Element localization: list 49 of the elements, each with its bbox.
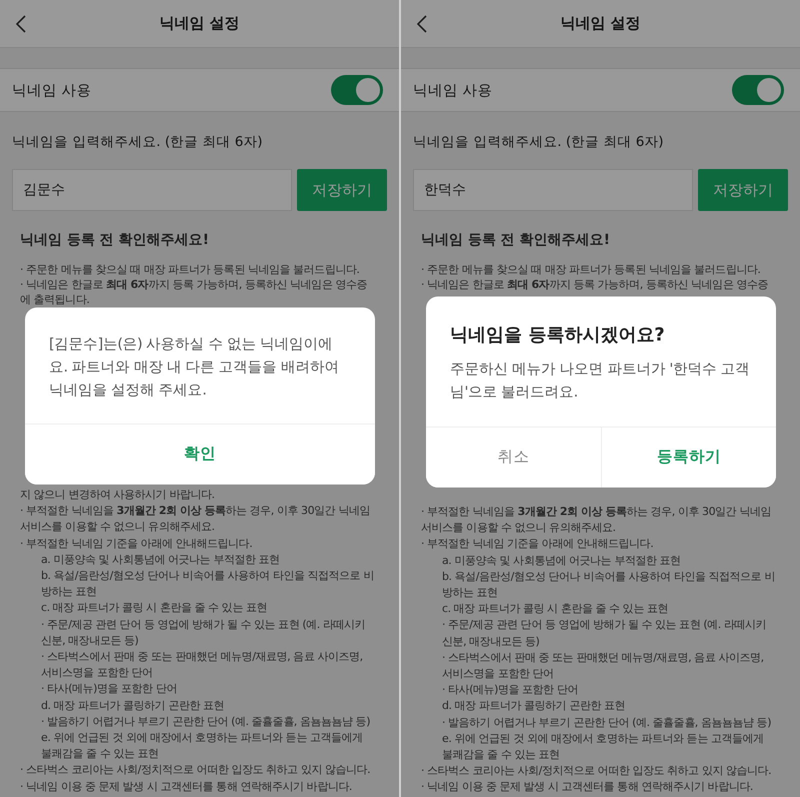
notice-text: e. 위에 언급된 것 외에 매장에서 호명하는 파트너와 듣는 고객들에게 불쾌감을 줄 수 있는 표현 [40,730,364,762]
notice-text: e. 위에 언급된 것 외에 매장에서 호명하는 파트너와 듣는 고객들에게 불쾌감을 줄 수 있는 표현 [441,730,765,764]
notice-text: · 발음하기 어렵거나 부르기 곤란한 단어 (예. 줄휼줄휼, 옴뇸뇸뇸냠 등) [40,714,372,730]
notice-text: · 닉네임은 한글로 최대 6자까지 등록 가능하며, 등록하신 닉네임은 영수증 [421,277,770,292]
input-label: 닉네임을 입력해주세요. (한글 최대 6자) [12,133,264,152]
notice-text: · 발음하기 어렵거나 부르기 곤란한 단어 (예. 줄휼줄휼, 옴뇸뇸뇸냠 등) [441,714,772,731]
toggle-label: 닉네임 사용 [12,82,92,100]
dialog-title: 닉네임을 등록하시겠어요? [450,323,666,346]
notice-text: · 스타벅스 코리아는 사회/정치적으로 어떠한 입장도 취하고 있지 않습니다. [20,762,372,778]
back-icon[interactable] [417,15,427,33]
notice-text: · 부적절한 닉네임 기준을 아래에 안내해드립니다. [421,536,654,552]
notice-text: · 부적절한 닉네임 기준을 아래에 안내해드립니다. [20,536,254,552]
notice-text: · 주문한 메뉴를 찾으실 때 매장 파트너가 등록된 닉네임을 불러드립니다. [20,262,360,277]
save-button[interactable]: 저장하기 [297,169,387,211]
notice-text: d. 매장 파트너가 콜링하기 곤란한 표현 [441,698,626,714]
back-icon[interactable] [16,15,26,33]
confirm-button[interactable]: 등록하기 [600,427,776,487]
notice-text: · 타사(메뉴)명을 포함한 단어 [441,682,579,698]
notice-text: · 닉네임 이용 중 문제 발생 시 고객센터를 통해 연락해주시기 바랍니다. [421,779,754,796]
notice-text: · 주문/제공 관련 단어 등 영업에 방해가 될 수 있는 표현 (예. 라떼시키신분, 매장내모든 등) [441,617,768,650]
notice-text: · 닉네임 이용 중 문제 발생 시 고객센터를 통해 연락해주시기 바랍니다. [20,778,353,795]
notice-text: a. 미풍양속 및 사회통념에 어긋나는 부적절한 표현 [40,552,281,568]
notice-text: · 타사(메뉴)명을 포함한 단어 [40,681,178,698]
notice-text: c. 매장 파트너가 콜링 시 혼란을 줄 수 있는 표현 [40,600,268,616]
notice-text: d. 매장 파트너가 콜링하기 곤란한 표현 [40,698,226,714]
notice-title: 닉네임 등록 전 확인해주세요! [20,231,210,249]
notice-text: · 주문/제공 관련 단어 등 영업에 방해가 될 수 있는 표현 (예. 라떼시키신분, 매장내모든 등) [40,616,366,649]
notice-text: · 부적절한 닉네임을 3개월간 2회 이상 등록하는 경우, 이후 30일간 닉네임 서비스를 이용할 수 없으니 유의해주세요. [421,504,772,536]
nickname-field[interactable]: 한덕수 [413,169,693,211]
notice-title: 닉네임 등록 전 확인해주세요! [421,231,612,249]
dialog-message: [김문수]는(은) 사용하실 수 없는 닉네임이에요. 파트너와 매장 내 다른 고객들을 배려하여 닉네임을 설정해 주세요. [49,335,340,400]
save-button[interactable]: 저장하기 [698,169,788,211]
notice-text: · 부적절한 닉네임을 3개월간 2회 이상 등록하는 경우, 이후 30일간 닉네임 서비스를 이용할 수 없으니 유의해주세요. [20,503,371,536]
notice-text: c. 매장 파트너가 콜링 시 혼란을 줄 수 있는 표현 [441,601,669,618]
toggle-label: 닉네임 사용 [413,82,493,100]
notice-text: 지 않으니 변경하여 사용하시기 바랍니다. [20,487,216,503]
notice-text: · 스타벅스에서 판매 중 또는 판매했던 메뉴명/재료명, 음료 사이즈명, 서비스명을 포함한 단어 [441,650,765,682]
screen-title: 닉네임 설정 [560,14,641,33]
notice-text: · 닉네임은 한글로 최대 6자까지 등록 가능하며, 등록하신 닉네임은 영수증에 출력됩니다. [20,277,368,307]
dialog-message: 주문하신 메뉴가 나오면 파트너가 '한덕수 고객님'으로 불러드려요. [450,360,751,402]
notice-text: a. 미풍양속 및 사회통념에 어긋나는 부적절한 표현 [441,552,682,569]
notice-text: · 주문한 메뉴를 찾으실 때 매장 파트너가 등록된 닉네임을 불러드립니다. [421,262,762,277]
nickname-field[interactable]: 김문수 [12,169,292,211]
nickname-switch[interactable] [732,75,784,105]
nickname-switch[interactable] [331,75,383,105]
notice-text: · 스타벅스에서 판매 중 또는 판매했던 메뉴명/재료명, 음료 사이즈명, 서비스명을 포함한 단어 [40,649,364,682]
screen-title: 닉네임 설정 [159,14,240,33]
notice-text: · 스타벅스 코리아는 사회/정치적으로 어떠한 입장도 취하고 있지 않습니다. [421,763,772,780]
input-label: 닉네임을 입력해주세요. (한글 최대 6자) [413,133,665,152]
